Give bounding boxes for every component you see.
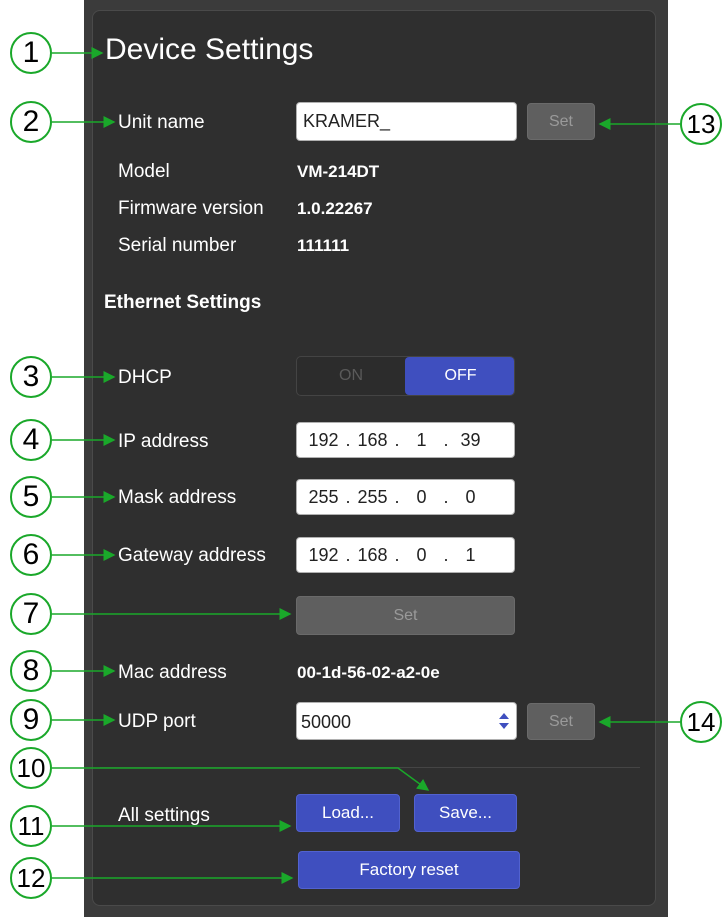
- callout-11: 11: [10, 805, 52, 847]
- callout-14: 14: [680, 701, 722, 743]
- callout-12: 12: [10, 857, 52, 899]
- callout-arrows: [52, 47, 680, 884]
- callout-13: 13: [680, 103, 722, 145]
- callout-1: 1: [10, 32, 52, 74]
- callout-9: 9: [10, 699, 52, 741]
- callout-5: 5: [10, 476, 52, 518]
- callout-7: 7: [10, 593, 52, 635]
- callout-4: 4: [10, 419, 52, 461]
- callout-2: 2: [10, 101, 52, 143]
- callout-8: 8: [10, 650, 52, 692]
- callout-10: 10: [10, 747, 52, 789]
- callout-6: 6: [10, 534, 52, 576]
- callout-3: 3: [10, 356, 52, 398]
